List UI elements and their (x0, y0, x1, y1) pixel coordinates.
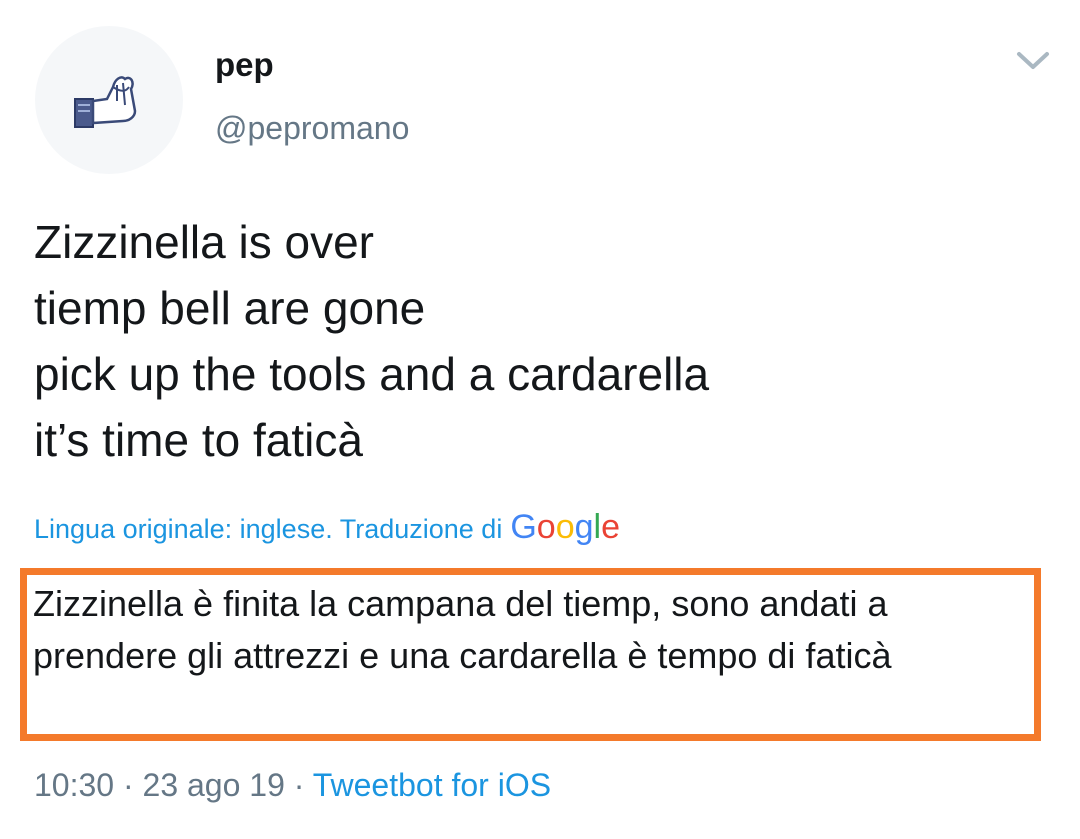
tweet-line: pick up the tools and a cardarella (34, 348, 710, 400)
tweet-line: it’s time to faticà (34, 414, 363, 466)
translation-attribution[interactable]: Lingua originale: inglese. Traduzione di… (34, 508, 620, 547)
hand-gesture-icon (74, 76, 137, 128)
google-logo-letter: e (601, 508, 621, 546)
chevron-down-icon[interactable] (1013, 46, 1053, 74)
google-logo-letter: l (593, 508, 602, 546)
translated-text: Zizzinella è finita la campana del tiemp… (33, 583, 892, 676)
author-handle[interactable]: @pepromano (215, 110, 409, 147)
google-logo: Google (510, 508, 620, 547)
tweet-text: Zizzinella is over tiemp bell are gone p… (34, 209, 1054, 473)
avatar[interactable] (35, 26, 183, 174)
translation-meta-label: Lingua originale: inglese. Traduzione di (34, 514, 503, 544)
tweet-line: tiemp bell are gone (34, 282, 426, 334)
google-logo-letter: g (574, 508, 594, 546)
tweet-line: Zizzinella is over (34, 216, 374, 268)
google-logo-letter: G (510, 508, 537, 546)
separator: · (114, 767, 143, 803)
tweet-source-link[interactable]: Tweetbot for iOS (313, 767, 551, 803)
separator: · (284, 767, 313, 803)
tweet-date: 23 ago 19 (142, 767, 285, 803)
google-logo-letter: o (536, 508, 556, 546)
tweet-footer: 10:30 · 23 ago 19 · Tweetbot for iOS (34, 767, 551, 804)
tweet-time: 10:30 (34, 767, 115, 803)
google-logo-letter: o (555, 508, 575, 546)
author-display-name[interactable]: pep (215, 46, 274, 84)
